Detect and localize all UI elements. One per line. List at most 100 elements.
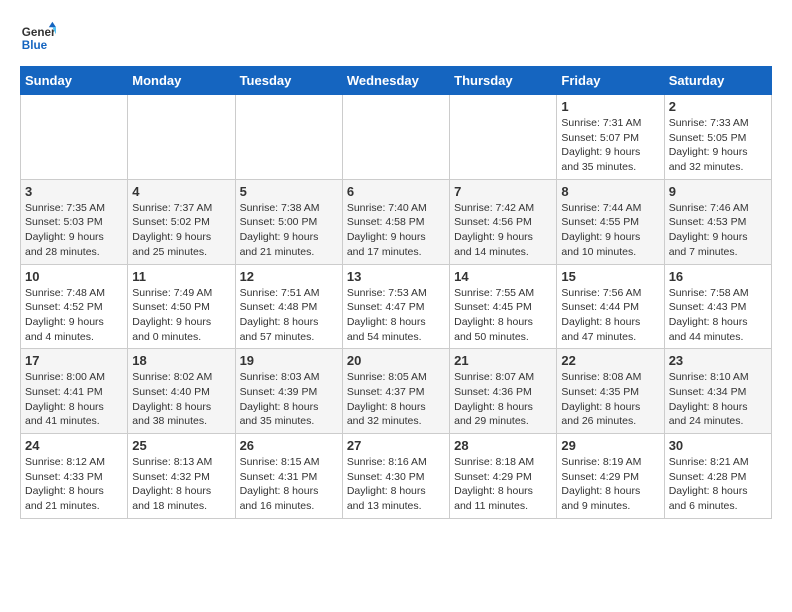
day-number: 22 <box>561 353 659 368</box>
weekday-header-thursday: Thursday <box>450 67 557 95</box>
weekday-header-saturday: Saturday <box>664 67 771 95</box>
day-info: Sunrise: 8:03 AM Sunset: 4:39 PM Dayligh… <box>240 370 338 429</box>
day-number: 24 <box>25 438 123 453</box>
weekday-header-sunday: Sunday <box>21 67 128 95</box>
calendar-cell: 30 Sunrise: 8:21 AM Sunset: 4:28 PM Dayli… <box>664 434 771 519</box>
page-header: General Blue <box>20 20 772 56</box>
calendar-cell: 14 Sunrise: 7:55 AM Sunset: 4:45 PM Dayli… <box>450 264 557 349</box>
day-info: Sunrise: 7:55 AM Sunset: 4:45 PM Dayligh… <box>454 286 552 345</box>
calendar-cell: 8 Sunrise: 7:44 AM Sunset: 4:55 PM Daylig… <box>557 179 664 264</box>
day-info: Sunrise: 7:40 AM Sunset: 4:58 PM Dayligh… <box>347 201 445 260</box>
calendar-cell: 18 Sunrise: 8:02 AM Sunset: 4:40 PM Dayli… <box>128 349 235 434</box>
calendar-week-row: 17Sunrise: 8:00 AM Sunset: 4:41 PM Dayli… <box>21 349 772 434</box>
day-info: Sunrise: 8:10 AM Sunset: 4:34 PM Dayligh… <box>669 370 767 429</box>
weekday-header-monday: Monday <box>128 67 235 95</box>
day-number: 27 <box>347 438 445 453</box>
calendar-cell: 17Sunrise: 8:00 AM Sunset: 4:41 PM Dayli… <box>21 349 128 434</box>
day-number: 8 <box>561 184 659 199</box>
svg-text:Blue: Blue <box>22 39 48 52</box>
day-number: 6 <box>347 184 445 199</box>
day-number: 20 <box>347 353 445 368</box>
day-info: Sunrise: 8:18 AM Sunset: 4:29 PM Dayligh… <box>454 455 552 514</box>
day-info: Sunrise: 8:05 AM Sunset: 4:37 PM Dayligh… <box>347 370 445 429</box>
day-info: Sunrise: 7:48 AM Sunset: 4:52 PM Dayligh… <box>25 286 123 345</box>
day-number: 2 <box>669 99 767 114</box>
calendar-cell: 13 Sunrise: 7:53 AM Sunset: 4:47 PM Dayli… <box>342 264 449 349</box>
day-info: Sunrise: 7:31 AM Sunset: 5:07 PM Dayligh… <box>561 116 659 175</box>
day-info: Sunrise: 7:56 AM Sunset: 4:44 PM Dayligh… <box>561 286 659 345</box>
calendar-week-row: 24 Sunrise: 8:12 AM Sunset: 4:33 PM Dayli… <box>21 434 772 519</box>
day-number: 16 <box>669 269 767 284</box>
calendar-cell <box>450 95 557 180</box>
day-info: Sunrise: 8:02 AM Sunset: 4:40 PM Dayligh… <box>132 370 230 429</box>
calendar-cell <box>235 95 342 180</box>
calendar-cell: 6 Sunrise: 7:40 AM Sunset: 4:58 PM Daylig… <box>342 179 449 264</box>
day-info: Sunrise: 8:12 AM Sunset: 4:33 PM Dayligh… <box>25 455 123 514</box>
day-info: Sunrise: 8:15 AM Sunset: 4:31 PM Dayligh… <box>240 455 338 514</box>
day-number: 11 <box>132 269 230 284</box>
day-info: Sunrise: 7:49 AM Sunset: 4:50 PM Dayligh… <box>132 286 230 345</box>
calendar-cell: 28 Sunrise: 8:18 AM Sunset: 4:29 PM Dayli… <box>450 434 557 519</box>
day-number: 7 <box>454 184 552 199</box>
day-info: Sunrise: 7:33 AM Sunset: 5:05 PM Dayligh… <box>669 116 767 175</box>
calendar-week-row: 1 Sunrise: 7:31 AM Sunset: 5:07 PM Daylig… <box>21 95 772 180</box>
calendar-cell: 21Sunrise: 8:07 AM Sunset: 4:36 PM Dayli… <box>450 349 557 434</box>
day-number: 21 <box>454 353 552 368</box>
day-number: 28 <box>454 438 552 453</box>
calendar-table: SundayMondayTuesdayWednesdayThursdayFrid… <box>20 66 772 519</box>
calendar-cell <box>21 95 128 180</box>
calendar-cell: 26 Sunrise: 8:15 AM Sunset: 4:31 PM Dayli… <box>235 434 342 519</box>
day-number: 1 <box>561 99 659 114</box>
day-info: Sunrise: 7:58 AM Sunset: 4:43 PM Dayligh… <box>669 286 767 345</box>
day-info: Sunrise: 7:46 AM Sunset: 4:53 PM Dayligh… <box>669 201 767 260</box>
calendar-cell <box>342 95 449 180</box>
calendar-cell: 7 Sunrise: 7:42 AM Sunset: 4:56 PM Daylig… <box>450 179 557 264</box>
calendar-cell <box>128 95 235 180</box>
calendar-cell: 15 Sunrise: 7:56 AM Sunset: 4:44 PM Dayli… <box>557 264 664 349</box>
calendar-cell: 10Sunrise: 7:48 AM Sunset: 4:52 PM Dayli… <box>21 264 128 349</box>
day-number: 3 <box>25 184 123 199</box>
calendar-cell: 11 Sunrise: 7:49 AM Sunset: 4:50 PM Dayli… <box>128 264 235 349</box>
calendar-week-row: 10Sunrise: 7:48 AM Sunset: 4:52 PM Dayli… <box>21 264 772 349</box>
day-info: Sunrise: 8:00 AM Sunset: 4:41 PM Dayligh… <box>25 370 123 429</box>
calendar-cell: 16 Sunrise: 7:58 AM Sunset: 4:43 PM Dayli… <box>664 264 771 349</box>
calendar-cell: 19 Sunrise: 8:03 AM Sunset: 4:39 PM Dayli… <box>235 349 342 434</box>
day-info: Sunrise: 8:16 AM Sunset: 4:30 PM Dayligh… <box>347 455 445 514</box>
calendar-cell: 1 Sunrise: 7:31 AM Sunset: 5:07 PM Daylig… <box>557 95 664 180</box>
calendar-cell: 12Sunrise: 7:51 AM Sunset: 4:48 PM Dayli… <box>235 264 342 349</box>
calendar-cell: 24 Sunrise: 8:12 AM Sunset: 4:33 PM Dayli… <box>21 434 128 519</box>
calendar-cell: 2 Sunrise: 7:33 AM Sunset: 5:05 PM Daylig… <box>664 95 771 180</box>
calendar-cell: 25Sunrise: 8:13 AM Sunset: 4:32 PM Dayli… <box>128 434 235 519</box>
calendar-cell: 3 Sunrise: 7:35 AM Sunset: 5:03 PM Daylig… <box>21 179 128 264</box>
day-info: Sunrise: 8:19 AM Sunset: 4:29 PM Dayligh… <box>561 455 659 514</box>
day-number: 18 <box>132 353 230 368</box>
day-number: 13 <box>347 269 445 284</box>
day-number: 12 <box>240 269 338 284</box>
day-info: Sunrise: 7:35 AM Sunset: 5:03 PM Dayligh… <box>25 201 123 260</box>
day-number: 14 <box>454 269 552 284</box>
day-info: Sunrise: 7:42 AM Sunset: 4:56 PM Dayligh… <box>454 201 552 260</box>
day-number: 5 <box>240 184 338 199</box>
day-number: 19 <box>240 353 338 368</box>
calendar-cell: 9 Sunrise: 7:46 AM Sunset: 4:53 PM Daylig… <box>664 179 771 264</box>
weekday-header-friday: Friday <box>557 67 664 95</box>
calendar-cell: 20 Sunrise: 8:05 AM Sunset: 4:37 PM Dayli… <box>342 349 449 434</box>
day-info: Sunrise: 7:44 AM Sunset: 4:55 PM Dayligh… <box>561 201 659 260</box>
day-info: Sunrise: 8:21 AM Sunset: 4:28 PM Dayligh… <box>669 455 767 514</box>
weekday-header-tuesday: Tuesday <box>235 67 342 95</box>
day-number: 15 <box>561 269 659 284</box>
day-number: 30 <box>669 438 767 453</box>
day-number: 26 <box>240 438 338 453</box>
logo: General Blue <box>20 20 56 56</box>
weekday-header-row: SundayMondayTuesdayWednesdayThursdayFrid… <box>21 67 772 95</box>
day-info: Sunrise: 7:53 AM Sunset: 4:47 PM Dayligh… <box>347 286 445 345</box>
day-info: Sunrise: 8:13 AM Sunset: 4:32 PM Dayligh… <box>132 455 230 514</box>
weekday-header-wednesday: Wednesday <box>342 67 449 95</box>
calendar-cell: 23 Sunrise: 8:10 AM Sunset: 4:34 PM Dayli… <box>664 349 771 434</box>
calendar-week-row: 3 Sunrise: 7:35 AM Sunset: 5:03 PM Daylig… <box>21 179 772 264</box>
day-info: Sunrise: 7:37 AM Sunset: 5:02 PM Dayligh… <box>132 201 230 260</box>
day-number: 23 <box>669 353 767 368</box>
day-number: 4 <box>132 184 230 199</box>
calendar-cell: 4 Sunrise: 7:37 AM Sunset: 5:02 PM Daylig… <box>128 179 235 264</box>
day-number: 9 <box>669 184 767 199</box>
